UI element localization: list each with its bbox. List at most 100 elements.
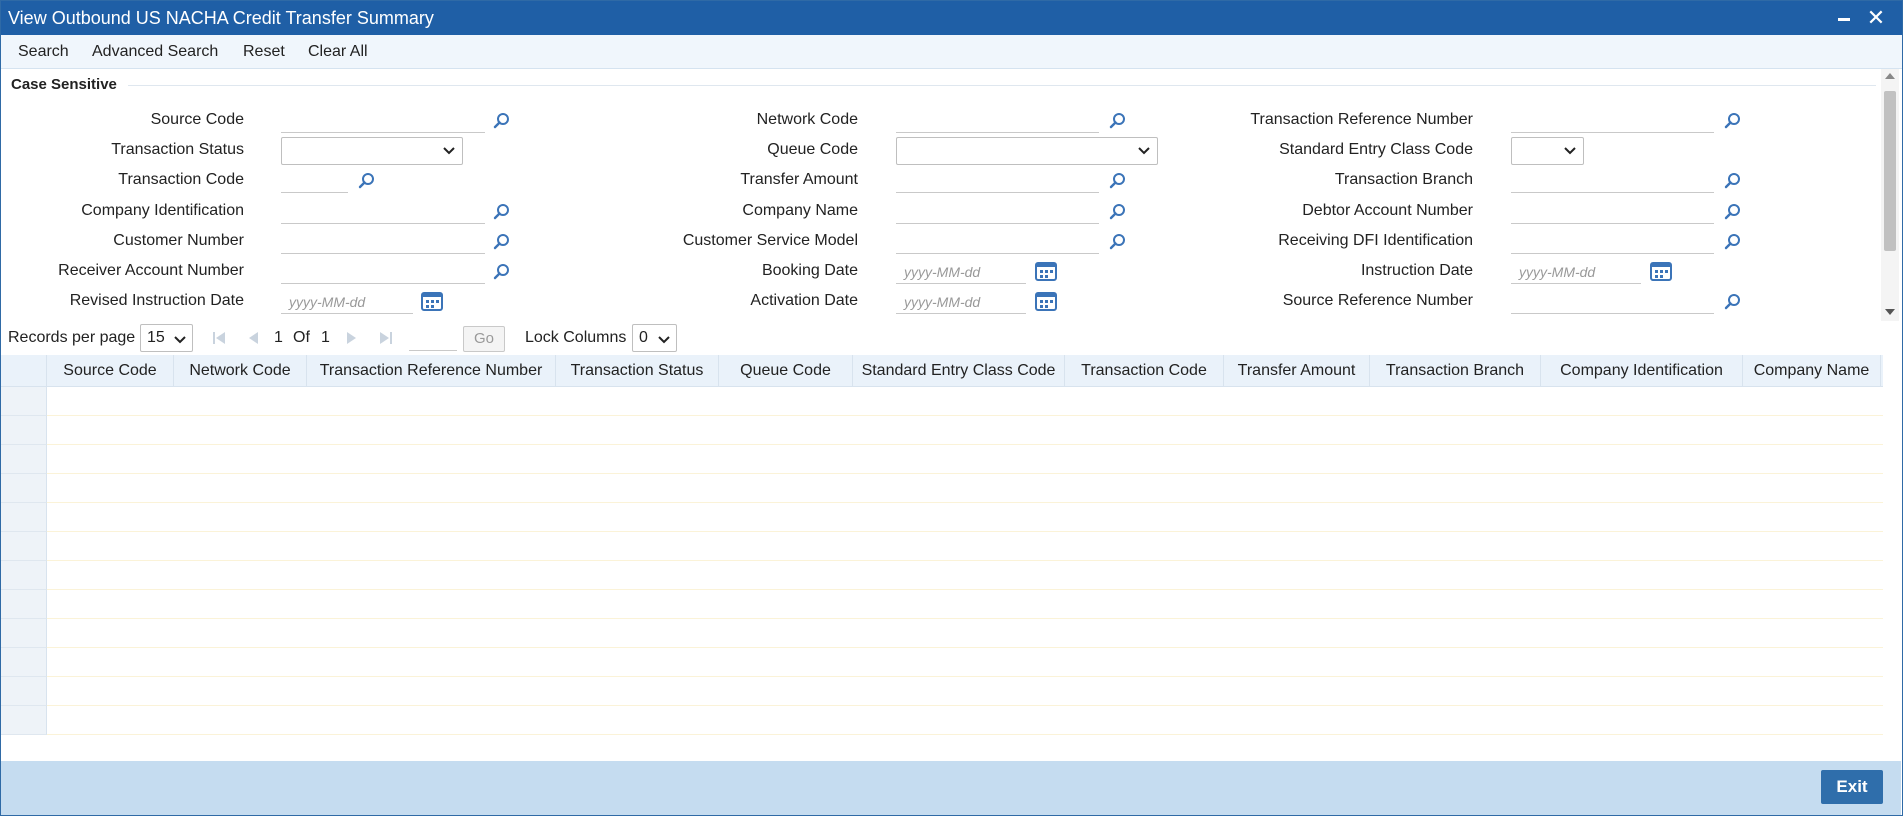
minimize-button[interactable] bbox=[1832, 6, 1856, 30]
search-icon[interactable] bbox=[1724, 112, 1742, 130]
booking-date-input[interactable]: yyyy-MM-dd bbox=[896, 260, 1026, 284]
table-row[interactable] bbox=[1, 619, 1883, 648]
search-icon[interactable] bbox=[1109, 233, 1127, 251]
table-row[interactable] bbox=[1, 387, 1883, 416]
transaction-code-input[interactable] bbox=[281, 169, 348, 193]
search-icon[interactable] bbox=[1724, 203, 1742, 221]
scrollbar-thumb[interactable] bbox=[1884, 91, 1896, 251]
search-icon[interactable] bbox=[358, 172, 376, 190]
transaction-branch-input[interactable] bbox=[1511, 169, 1714, 193]
lock-columns-select[interactable]: 0 bbox=[632, 324, 677, 352]
table-row[interactable] bbox=[1, 561, 1883, 590]
exit-button[interactable]: Exit bbox=[1821, 770, 1883, 804]
row-checkbox[interactable] bbox=[1, 561, 47, 590]
revised-instruction-date-input[interactable]: yyyy-MM-dd bbox=[281, 290, 413, 314]
transaction-reference-number-input[interactable] bbox=[1511, 109, 1714, 133]
source-code-label: Source Code bbox=[150, 111, 244, 128]
row-checkbox[interactable] bbox=[1, 619, 47, 648]
search-icon[interactable] bbox=[493, 112, 511, 130]
next-page-icon[interactable] bbox=[343, 330, 359, 346]
last-page-icon[interactable] bbox=[378, 330, 394, 346]
page-number-input[interactable] bbox=[409, 327, 457, 351]
search-icon[interactable] bbox=[1724, 172, 1742, 190]
row-checkbox[interactable] bbox=[1, 474, 47, 503]
search-icon[interactable] bbox=[1724, 293, 1742, 311]
advanced-search-button[interactable]: Advanced Search bbox=[92, 43, 218, 61]
search-icon[interactable] bbox=[493, 203, 511, 221]
company-identification-label: Company Identification bbox=[81, 202, 244, 219]
row-checkbox[interactable] bbox=[1, 648, 47, 677]
app-window: View Outbound US NACHA Credit Transfer S… bbox=[0, 0, 1903, 816]
row-checkbox[interactable] bbox=[1, 387, 47, 416]
customer-number-input[interactable] bbox=[281, 230, 485, 254]
table-row[interactable] bbox=[1, 706, 1883, 735]
instruction-date-input[interactable]: yyyy-MM-dd bbox=[1511, 260, 1641, 284]
row-checkbox[interactable] bbox=[1, 503, 47, 532]
table-row[interactable] bbox=[1, 532, 1883, 561]
network-code-input[interactable] bbox=[896, 109, 1099, 133]
row-checkbox[interactable] bbox=[1, 445, 47, 474]
scroll-down-icon[interactable] bbox=[1885, 309, 1895, 315]
column-header[interactable]: Transfer Amount bbox=[1224, 355, 1370, 387]
search-icon[interactable] bbox=[1109, 203, 1127, 221]
table-row[interactable] bbox=[1, 648, 1883, 677]
go-button[interactable]: Go bbox=[463, 326, 505, 352]
column-header[interactable]: Standard Entry Class Code bbox=[853, 355, 1065, 387]
transaction-status-select[interactable] bbox=[281, 137, 463, 165]
row-checkbox[interactable] bbox=[1, 706, 47, 735]
chevron-down-icon bbox=[658, 336, 670, 344]
revised-instruction-date-label: Revised Instruction Date bbox=[69, 292, 244, 309]
row-checkbox[interactable] bbox=[1, 416, 47, 445]
search-icon[interactable] bbox=[1109, 172, 1127, 190]
reset-button[interactable]: Reset bbox=[243, 43, 285, 61]
table-row[interactable] bbox=[1, 445, 1883, 474]
column-header[interactable]: Transaction Branch bbox=[1370, 355, 1541, 387]
table-row[interactable] bbox=[1, 590, 1883, 619]
source-code-input[interactable] bbox=[281, 109, 485, 133]
column-header[interactable]: Transaction Code bbox=[1065, 355, 1224, 387]
table-row[interactable] bbox=[1, 474, 1883, 503]
transfer-amount-input[interactable] bbox=[896, 169, 1099, 193]
first-page-icon[interactable] bbox=[211, 330, 227, 346]
receiving-dfi-identification-input[interactable] bbox=[1511, 230, 1714, 254]
calendar-icon[interactable] bbox=[1035, 261, 1057, 281]
close-button[interactable]: ✕ bbox=[1864, 6, 1888, 30]
row-checkbox[interactable] bbox=[1, 677, 47, 706]
search-icon[interactable] bbox=[493, 263, 511, 281]
source-reference-number-input[interactable] bbox=[1511, 290, 1714, 314]
table-row[interactable] bbox=[1, 416, 1883, 445]
search-icon[interactable] bbox=[493, 233, 511, 251]
debtor-account-number-input[interactable] bbox=[1511, 200, 1714, 224]
row-checkbox[interactable] bbox=[1, 590, 47, 619]
calendar-icon[interactable] bbox=[1650, 261, 1672, 281]
toolbar: Search Advanced Search Reset Clear All bbox=[1, 35, 1902, 69]
search-icon[interactable] bbox=[1724, 233, 1742, 251]
column-header[interactable]: Company Identification bbox=[1541, 355, 1743, 387]
company-name-input[interactable] bbox=[896, 200, 1099, 224]
column-header[interactable]: Transaction Reference Number bbox=[307, 355, 556, 387]
select-all-checkbox[interactable] bbox=[1, 355, 47, 387]
table-row[interactable] bbox=[1, 503, 1883, 532]
standard-entry-class-code-select[interactable] bbox=[1511, 137, 1584, 165]
column-header[interactable]: Company Name bbox=[1743, 355, 1881, 387]
column-header[interactable]: Queue Code bbox=[719, 355, 853, 387]
column-header[interactable]: Transaction Status bbox=[556, 355, 719, 387]
company-identification-input[interactable] bbox=[281, 200, 485, 224]
activation-date-input[interactable]: yyyy-MM-dd bbox=[896, 290, 1026, 314]
records-per-page-select[interactable]: 15 bbox=[140, 324, 193, 352]
queue-code-select[interactable] bbox=[896, 137, 1158, 165]
column-header[interactable]: Source Code bbox=[47, 355, 174, 387]
search-button[interactable]: Search bbox=[18, 43, 69, 61]
receiver-account-number-input[interactable] bbox=[281, 260, 485, 284]
column-header[interactable]: Network Code bbox=[174, 355, 307, 387]
row-checkbox[interactable] bbox=[1, 532, 47, 561]
scroll-up-icon[interactable] bbox=[1885, 73, 1895, 79]
panel-scrollbar[interactable] bbox=[1881, 69, 1899, 321]
search-icon[interactable] bbox=[1109, 112, 1127, 130]
calendar-icon[interactable] bbox=[421, 291, 443, 311]
clear-all-button[interactable]: Clear All bbox=[308, 43, 368, 61]
calendar-icon[interactable] bbox=[1035, 291, 1057, 311]
previous-page-icon[interactable] bbox=[246, 330, 262, 346]
customer-service-model-input[interactable] bbox=[896, 230, 1099, 254]
table-row[interactable] bbox=[1, 677, 1883, 706]
